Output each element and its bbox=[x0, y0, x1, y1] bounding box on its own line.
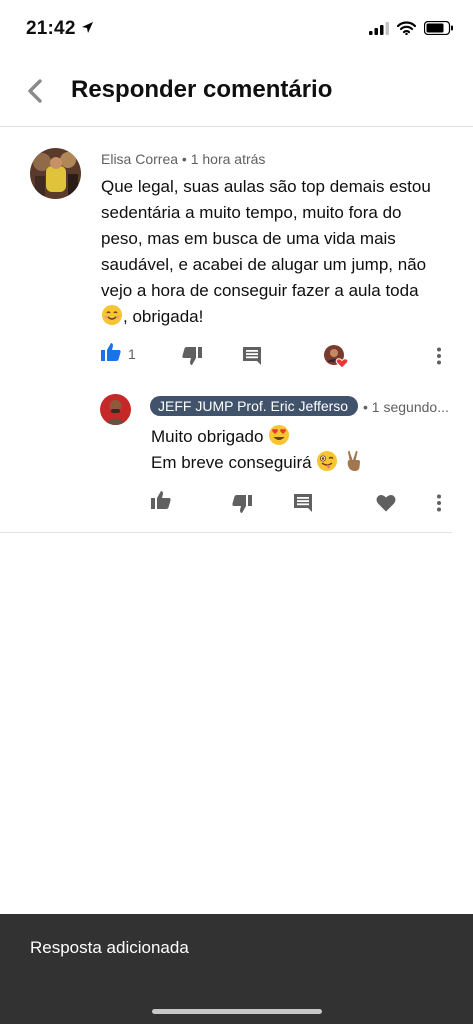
reply-comment-icon bbox=[294, 494, 312, 512]
reply-author-chip[interactable]: JEFF JUMP Prof. Eric Jefferso bbox=[150, 396, 358, 416]
reply-line-1-text: Muito obrigado bbox=[151, 427, 264, 446]
comment-author[interactable]: Elisa Correa bbox=[101, 151, 178, 167]
reply-comment-icon bbox=[243, 347, 261, 365]
reply-heart-button[interactable] bbox=[376, 494, 396, 517]
battery-icon bbox=[424, 21, 453, 35]
thumbs-up-icon bbox=[151, 491, 171, 509]
reply-text: Muito obrigado Em breve conseguirá bbox=[151, 424, 365, 476]
status-bar: 21:42 bbox=[0, 0, 473, 56]
avatar-photo bbox=[30, 148, 81, 199]
comment-text: Que legal, suas aulas são top demais est… bbox=[101, 174, 451, 330]
comment-line-last: , obrigada! bbox=[101, 304, 451, 330]
location-arrow-icon bbox=[82, 22, 93, 33]
reply-author: JEFF JUMP Prof. Eric Jefferso bbox=[158, 398, 349, 414]
meta-separator: • bbox=[181, 151, 191, 167]
reply-time: 1 segundo... bbox=[371, 399, 449, 415]
snackbar: Resposta adicionada bbox=[0, 914, 473, 1024]
comment-line: sedentária a muito tempo, muito fora do bbox=[101, 203, 402, 222]
reply-more-button[interactable] bbox=[436, 494, 442, 517]
page-title: Responder comentário bbox=[71, 76, 333, 103]
comment-more-button[interactable] bbox=[436, 347, 442, 370]
comment-line: peso, mas em busca de uma vida mais bbox=[101, 229, 396, 248]
snackbar-message: Resposta adicionada bbox=[30, 938, 189, 957]
commenter-avatar[interactable] bbox=[30, 148, 81, 199]
cellular-signal-icon bbox=[369, 22, 389, 35]
more-vertical-icon bbox=[437, 494, 441, 512]
comment-meta: Elisa Correa • 1 hora atrás bbox=[101, 151, 265, 167]
thumbs-down-icon bbox=[182, 347, 202, 365]
comment-line: saudável, e acabei de alugar um jump, nã… bbox=[101, 255, 427, 274]
comment-dislike-button[interactable] bbox=[182, 347, 202, 370]
meta-separator: • bbox=[363, 399, 372, 415]
reply-line-2: Em breve conseguirá bbox=[151, 450, 365, 476]
thumbs-up-icon bbox=[101, 343, 121, 361]
comment-line: Que legal, suas aulas são top demais est… bbox=[101, 177, 431, 196]
reply-author-avatar[interactable] bbox=[100, 394, 131, 425]
victory-hand-emoji-icon bbox=[347, 450, 361, 471]
comment-reply-button[interactable] bbox=[243, 347, 261, 370]
comment-line: vejo a hora de conseguir fazer a aula to… bbox=[101, 281, 419, 300]
reply-reply-button[interactable] bbox=[294, 494, 312, 517]
reply-line-2-text: Em breve conseguirá bbox=[151, 453, 312, 472]
chevron-left-icon bbox=[28, 79, 42, 103]
reply-like-button[interactable] bbox=[151, 491, 171, 514]
status-time: 21:42 bbox=[26, 18, 76, 39]
app-header: Responder comentário bbox=[0, 56, 473, 127]
reply-line-1: Muito obrigado bbox=[151, 424, 365, 450]
smiling-face-emoji-icon bbox=[102, 305, 122, 325]
home-indicator[interactable] bbox=[152, 1009, 322, 1014]
reply-dislike-button[interactable] bbox=[232, 495, 252, 518]
back-button[interactable] bbox=[22, 76, 50, 106]
comment-time: 1 hora atrás bbox=[190, 151, 266, 167]
comment-like-button[interactable] bbox=[101, 343, 121, 366]
wifi-icon bbox=[397, 21, 416, 35]
winking-tongue-emoji-icon bbox=[317, 451, 338, 471]
like-count: 1 bbox=[128, 346, 136, 362]
heart-icon bbox=[376, 494, 396, 512]
section-divider bbox=[0, 532, 452, 533]
reply-meta: • 1 segundo... bbox=[363, 399, 449, 415]
comment-line-end: , obrigada! bbox=[123, 307, 204, 326]
creator-heart-icon bbox=[324, 345, 349, 369]
more-vertical-icon bbox=[437, 347, 441, 365]
heart-eyes-emoji-icon bbox=[269, 425, 290, 445]
reply-avatar-photo bbox=[100, 394, 131, 425]
thumbs-down-icon bbox=[232, 495, 252, 513]
creator-heart-badge bbox=[324, 345, 349, 374]
